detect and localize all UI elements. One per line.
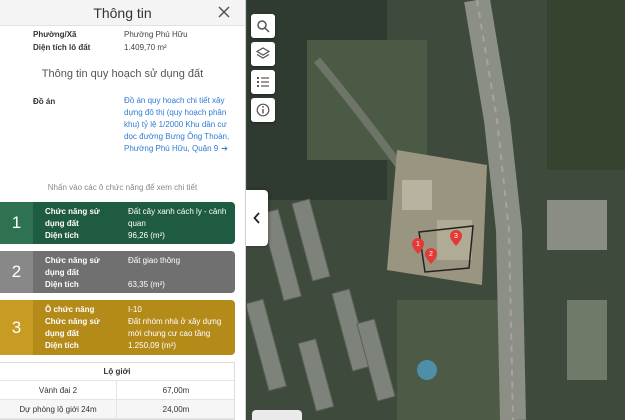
layers-icon (256, 47, 270, 59)
close-button[interactable] (217, 3, 233, 21)
project-row: Đồ án Đồ án quy hoạch chi tiết xây dựng … (0, 95, 245, 170)
function-index: 1 (0, 202, 33, 244)
use-label: Chức năng sử dụng đất (45, 256, 100, 277)
section-title: Thông tin quy hoạch sử dụng đất (41, 68, 204, 80)
setback-title: Lộ giới (0, 363, 234, 381)
plot-pin-1[interactable]: 1 (412, 238, 424, 254)
info-button[interactable] (251, 98, 275, 122)
bottom-drawer-handle[interactable] (252, 410, 302, 420)
plot-pin-2[interactable]: 2 (425, 248, 437, 264)
layers-button[interactable] (251, 42, 275, 66)
project-label: Đồ án (33, 97, 56, 106)
plot-label: Ô chức năng (45, 305, 95, 314)
chevron-left-icon (253, 212, 260, 224)
project-link-text: Đồ án quy hoạch chi tiết xây dựng đô thị… (124, 96, 230, 153)
function-card-2[interactable]: 2 Chức năng sử dụng đất Đất giao thông Di… (0, 251, 235, 293)
legend-icon (257, 77, 269, 87)
map-toolbar (251, 14, 275, 126)
use-value: Đất nhóm nhà ở xây dựng mới chung cư cao… (128, 317, 222, 338)
info-panel: Thông tin Phường/Xã Phường Phú Hữu Diện … (0, 0, 246, 420)
project-link[interactable]: Đồ án quy hoạch chi tiết xây dựng đô thị… (124, 95, 232, 155)
setback-value: 67,00m (116, 381, 235, 400)
setback-name: Vành đai 2 (38, 386, 78, 395)
collapse-panel-button[interactable] (246, 190, 268, 246)
area-label: Diện tích (45, 341, 79, 350)
legend-button[interactable] (251, 70, 275, 94)
area-value: 63,35 (m²) (128, 280, 165, 289)
area-value: 1.250,09 (m²) (128, 341, 177, 350)
setback-table: Lộ giới Vành đai 2 67,00m Dự phòng lộ gi… (0, 362, 235, 420)
use-value: Đất cây xanh cách ly - cảnh quan (128, 207, 227, 228)
setback-name: Dự phòng lộ giới 24m (19, 405, 97, 414)
pin-label: 3 (454, 233, 458, 240)
area-row: Diện tích lô đất 1.409,70 m² (0, 41, 245, 54)
use-label: Chức năng sử dụng đất (45, 317, 100, 338)
area-value: 1.409,70 m² (124, 43, 167, 52)
arrow-right-icon: ➔ (221, 144, 228, 153)
area-value: 96,26 (m²) (128, 231, 165, 240)
use-label: Chức năng sử dụng đất (45, 207, 100, 228)
satellite-map[interactable] (247, 0, 625, 420)
pin-label: 2 (429, 251, 433, 258)
info-icon (256, 103, 270, 117)
table-row: Vành đai 2 67,00m (0, 381, 234, 400)
search-button[interactable] (251, 14, 275, 38)
panel-header: Thông tin (0, 0, 245, 26)
area-label: Diện tích (45, 231, 79, 240)
pin-label: 1 (416, 241, 420, 248)
area-label: Diện tích (45, 280, 79, 289)
function-hint: Nhấn vào các ô chức năng để xem chi tiết (47, 183, 198, 192)
plot-pin-3[interactable]: 3 (450, 230, 462, 246)
plot-value: I-10 (128, 305, 142, 314)
function-card-3[interactable]: 3 Ô chức năng I-10 Chức năng sử dụng đất Đ… (0, 300, 235, 355)
function-index: 3 (0, 300, 33, 355)
function-index: 2 (0, 251, 33, 293)
ward-label: Phường/Xã (33, 30, 77, 39)
table-row: Dự phòng lộ giới 24m 24,00m (0, 400, 234, 419)
satellite-imagery (247, 0, 625, 420)
panel-title: Thông tin (93, 5, 152, 21)
search-icon (257, 20, 270, 33)
ward-row: Phường/Xã Phường Phú Hữu (0, 28, 245, 41)
setback-value: 24,00m (116, 400, 235, 419)
ward-value: Phường Phú Hữu (124, 30, 188, 39)
area-label: Diện tích lô đất (33, 43, 91, 52)
close-icon (218, 6, 230, 18)
use-value: Đất giao thông (128, 256, 181, 265)
function-card-1[interactable]: 1 Chức năng sử dụng đất Đất cây xanh cách… (0, 202, 235, 244)
